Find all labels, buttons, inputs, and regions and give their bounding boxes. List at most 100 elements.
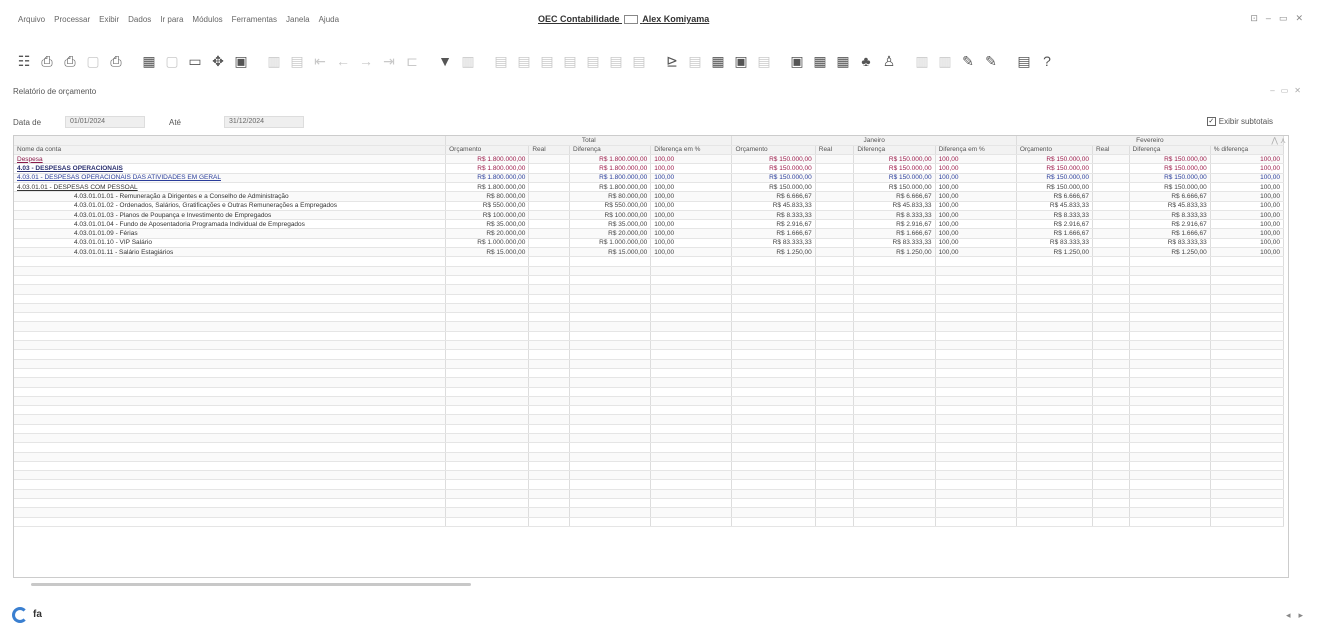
menu-item-2[interactable]: Exibir: [99, 15, 119, 24]
blocks-icon[interactable]: ▦: [833, 52, 853, 70]
checkbox-icon[interactable]: ✓: [1206, 117, 1216, 126]
window-icon[interactable]: ▭: [185, 52, 205, 70]
menu-item-8[interactable]: Ajuda: [319, 15, 339, 24]
sheet3-icon[interactable]: ▤: [537, 52, 557, 70]
panel-minimize-icon[interactable]: –: [1270, 86, 1274, 95]
doc-icon[interactable]: ▤: [287, 52, 307, 70]
sheet7-icon[interactable]: ▤: [629, 52, 649, 70]
attach-icon[interactable]: ▤: [685, 52, 705, 70]
column-header-6[interactable]: Real: [815, 145, 855, 156]
panel-close-icon[interactable]: ✕: [1294, 86, 1301, 95]
filter-icon[interactable]: ▼: [435, 52, 455, 70]
help-icon[interactable]: ?: [1037, 52, 1057, 70]
next-icon[interactable]: →: [356, 52, 376, 70]
card-icon[interactable]: ▣: [731, 52, 751, 70]
menu-item-1[interactable]: Processar: [54, 15, 90, 24]
menu-item-6[interactable]: Ferramentas: [232, 15, 277, 24]
minimize-icon[interactable]: –: [1266, 13, 1271, 24]
menu-item-0[interactable]: Arquivo: [18, 15, 45, 24]
sheet4-icon[interactable]: ▤: [560, 52, 580, 70]
print-preview-icon[interactable]: ⎙: [37, 52, 57, 70]
columns-icon[interactable]: ▥: [458, 52, 478, 70]
from-date-input[interactable]: 01/01/2024: [65, 116, 145, 128]
first-icon[interactable]: ⇤: [310, 52, 330, 70]
column-header-11[interactable]: Diferença: [1129, 145, 1211, 156]
table-row[interactable]: Despesa R$ 1.800.000,00 R$ 1.800.000,00 100…: [14, 154, 1285, 165]
sheet2-icon[interactable]: ▤: [514, 52, 534, 70]
column-header-4[interactable]: Diferença em %: [650, 145, 733, 156]
budget-report-grid[interactable]: Total Janeiro Fevereiro Nome da conta Orçame…: [13, 135, 1289, 578]
print-icon[interactable]: ⎙: [60, 52, 80, 70]
restore-icon[interactable]: ⊡: [1250, 13, 1258, 24]
table-row[interactable]: 4.03.01.01.03 - Planos de Poupança e Inv…: [14, 210, 1285, 221]
form-icon[interactable]: ▦: [708, 52, 728, 70]
horizontal-scrollbar[interactable]: [31, 583, 471, 586]
column-header-7[interactable]: Diferença: [853, 145, 936, 156]
table-row[interactable]: 4.03.01.01.09 - Férias R$ 20.000,00 R$ 20.…: [14, 228, 1285, 239]
sheet6-icon[interactable]: ▤: [606, 52, 626, 70]
tab-icon[interactable]: ▣: [787, 52, 807, 70]
refresh-icon[interactable]: [12, 607, 28, 623]
menu-item-7[interactable]: Janela: [286, 15, 310, 24]
table-row[interactable]: 4.03.01.01.10 - VIP Salário R$ 1.000.000,…: [14, 238, 1285, 249]
column-header-1[interactable]: Orçamento: [445, 145, 530, 156]
move-icon[interactable]: ✥: [208, 52, 228, 70]
scroll-arrows-icon[interactable]: ⋀ ⋏: [1271, 136, 1286, 145]
user-icon[interactable]: ♙: [879, 52, 899, 70]
table-row[interactable]: 4.03.01.01.02 - Ordenados, Salários, Gra…: [14, 201, 1285, 211]
frame-icon[interactable]: ▣: [231, 52, 251, 70]
menu-item-4[interactable]: Ir para: [160, 15, 183, 24]
empty-cell: [1092, 489, 1130, 500]
note-icon[interactable]: ▤: [754, 52, 774, 70]
chart-icon[interactable]: ⊵: [662, 52, 682, 70]
table-row[interactable]: 4.03 - DESPESAS OPERACIONAIS R$ 1.800.000…: [14, 163, 1285, 174]
empty-cell: [569, 414, 652, 425]
column-header-5[interactable]: Orçamento: [731, 145, 816, 156]
user-name[interactable]: Alex Komiyama: [642, 14, 709, 24]
empty-cell: [853, 294, 936, 304]
account-name-cell: 4.03.01 - DESPESAS OPERACIONAIS DAS ATIV…: [14, 173, 447, 184]
maximize-icon[interactable]: ▭: [1279, 13, 1288, 24]
table-icon[interactable]: ▥: [264, 52, 284, 70]
table-row[interactable]: 4.03.01.01.01 - Remuneração a Dirigentes…: [14, 191, 1285, 202]
column-header-12[interactable]: % diferença: [1210, 145, 1285, 156]
report-icon[interactable]: ☷: [14, 52, 34, 70]
column-header-10[interactable]: Real: [1092, 145, 1130, 156]
panel2-icon[interactable]: ▥: [935, 52, 955, 70]
printer-icon[interactable]: ⎙: [106, 52, 126, 70]
to-date-input[interactable]: 31/12/2024: [224, 116, 304, 128]
panel-maximize-icon[interactable]: ▭: [1281, 86, 1289, 95]
panel1-icon[interactable]: ▥: [912, 52, 932, 70]
next-page-icon[interactable]: ▸: [1298, 610, 1303, 621]
menu-item-5[interactable]: Módulos: [192, 15, 222, 24]
link-icon[interactable]: ⊏: [402, 52, 422, 70]
table-row[interactable]: 4.03.01.01.11 - Salário Estagiários R$ 15…: [14, 247, 1285, 258]
column-header-0[interactable]: Nome da conta: [14, 145, 447, 156]
edit2-icon[interactable]: ✎: [981, 52, 1001, 70]
layout-icon[interactable]: ▦: [810, 52, 830, 70]
table-row[interactable]: 4.03.01.01.04 - Fundo de Aposentadoria P…: [14, 219, 1285, 230]
column-header-8[interactable]: Diferença em %: [935, 145, 1017, 156]
subtotals-checkbox[interactable]: ✓ Exibir subtotais: [1206, 117, 1273, 126]
grid-icon[interactable]: ▢: [162, 52, 182, 70]
sheet1-icon[interactable]: ▤: [491, 52, 511, 70]
empty-row: [14, 321, 1285, 332]
menu-item-3[interactable]: Dados: [128, 15, 151, 24]
table-row[interactable]: 4.03.01 - DESPESAS OPERACIONAIS DAS ATIV…: [14, 173, 1285, 184]
book-icon[interactable]: ▤: [1014, 52, 1034, 70]
close-icon[interactable]: ✕: [1295, 13, 1303, 24]
prev-icon[interactable]: ←: [333, 52, 353, 70]
column-header-3[interactable]: Diferença: [569, 145, 652, 156]
column-header-2[interactable]: Real: [528, 145, 570, 156]
prev-page-icon[interactable]: ◂: [1286, 610, 1291, 621]
value-cell: R$ 550.000,00: [445, 201, 530, 211]
table-row[interactable]: 4.03.01.01 - DESPESAS COM PESSOAL R$ 1.80…: [14, 182, 1285, 193]
sheet5-icon[interactable]: ▤: [583, 52, 603, 70]
edit-icon[interactable]: ✎: [958, 52, 978, 70]
calculator-icon[interactable]: ▦: [139, 52, 159, 70]
copy-icon[interactable]: ▢: [83, 52, 103, 70]
value-cell: [815, 182, 855, 193]
tree-icon[interactable]: ♣: [856, 52, 876, 70]
column-header-9[interactable]: Orçamento: [1016, 145, 1093, 156]
last-icon[interactable]: ⇥: [379, 52, 399, 70]
